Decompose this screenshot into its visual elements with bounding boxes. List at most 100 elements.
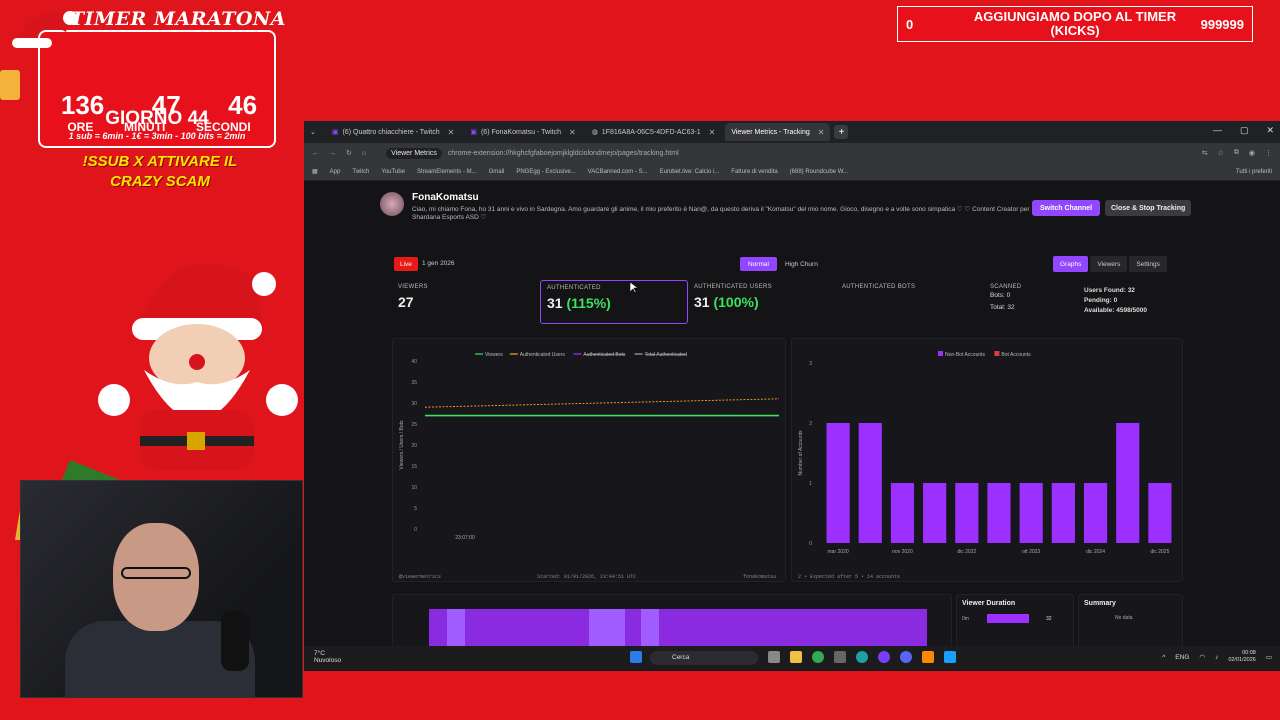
channel-name: FonaKomatsu xyxy=(412,192,479,203)
legend-label: Viewers xyxy=(485,352,503,358)
duration-title: Viewer Duration xyxy=(962,600,1016,607)
maximize-icon[interactable]: ▢ xyxy=(1240,125,1249,136)
close-icon[interactable]: ✕ xyxy=(818,128,825,137)
edge-icon[interactable] xyxy=(856,651,868,663)
search-box[interactable]: Cerca xyxy=(650,651,758,665)
scanned-bots: Bots: 0 xyxy=(990,292,1011,299)
back-icon[interactable]: ← xyxy=(312,150,319,157)
legend-label: Non-Bot Accounts xyxy=(945,352,986,358)
stat-authenticated: AUTHENTICATED 31 (115%) xyxy=(540,280,688,324)
tab-viewers[interactable]: Viewers xyxy=(1090,256,1128,272)
close-window-icon[interactable]: ✕ xyxy=(1266,125,1274,136)
legend-label: Total Authenticated xyxy=(645,352,687,358)
apps-icon[interactable]: ▦ xyxy=(312,168,318,175)
stat-percent: (115%) xyxy=(566,295,611,311)
bookmark-pngegg[interactable]: PNGEgg - Exclusive... xyxy=(516,169,575,175)
weather-temp: 7°C xyxy=(314,650,325,657)
steam-icon[interactable] xyxy=(944,651,956,663)
chevron-up-icon[interactable]: ^ xyxy=(1162,654,1165,661)
chrome-icon[interactable] xyxy=(812,651,824,663)
tab-graphs[interactable]: Graphs xyxy=(1053,256,1089,272)
bar xyxy=(955,483,979,543)
summary-title: Summary xyxy=(1084,600,1116,607)
volume-icon[interactable]: ♪ xyxy=(1215,654,1218,661)
bookmark-roundcube[interactable]: (688) Roundcube W... xyxy=(790,169,848,175)
start-icon[interactable] xyxy=(630,651,642,663)
bookmark-fatture[interactable]: Fatture di vendita xyxy=(731,169,777,175)
duration-row-value: 32 xyxy=(1046,616,1052,622)
profile-icon[interactable]: ◉ xyxy=(1249,149,1255,157)
app-icon[interactable] xyxy=(834,651,846,663)
gift-icon xyxy=(0,70,20,100)
y-tick-label: 10 xyxy=(411,485,417,491)
home-icon[interactable]: ⌂ xyxy=(362,150,366,157)
vlc-icon[interactable] xyxy=(922,651,934,663)
duration-row-label: 0m xyxy=(962,616,969,622)
stat-authenticated-users: AUTHENTICATED USERS 31 (100%) xyxy=(688,280,836,324)
bar-chart: 0 1 2 3 Number of Accounts Non-Bot Accounts Bo… xyxy=(798,351,1172,555)
weather-widget[interactable]: 7°C Nuvoloso xyxy=(314,650,341,664)
users-found: Users Found: 32 xyxy=(1084,287,1135,294)
y-tick-label: 30 xyxy=(411,401,417,407)
bookmark-twitch[interactable]: Twitch xyxy=(352,169,369,175)
tab-menu-icon[interactable]: ⌄ xyxy=(310,128,316,136)
timer-rules: 1 sub = 6min - 1€ = 3min - 100 bits = 2m… xyxy=(68,131,246,141)
legend-label: Bot Accounts xyxy=(1001,352,1031,358)
promo-text: !SSUB X ATTIVARE IL CRAZY SCAM xyxy=(82,153,238,190)
bookmark-app[interactable]: App xyxy=(330,169,341,175)
wifi-icon[interactable]: ◠ xyxy=(1199,653,1205,661)
tracking-page: FonaKomatsu Ciao, mi chiamo Fona, ho 31 … xyxy=(304,182,1280,671)
switch-channel-button[interactable]: Switch Channel xyxy=(1032,200,1101,216)
bar xyxy=(858,423,882,543)
mode-high-churn-button[interactable]: High Churn xyxy=(777,257,826,271)
x-tick-label: 23:07:00 xyxy=(455,535,475,541)
bookmark-all[interactable]: Tutti i preferiti xyxy=(1236,169,1272,175)
line-chart-panel: 0 5 10 15 20 25 30 35 40 Viewers / Users / Bots 23… xyxy=(392,338,786,582)
y-axis-label: Number of Accounts xyxy=(798,430,804,476)
close-icon[interactable]: ✕ xyxy=(569,128,576,137)
menu-dots-icon[interactable]: ⋮ xyxy=(1265,149,1272,157)
line-chart-footer-center: Started: 01/01/2026, 23:04:51 UTC xyxy=(537,574,637,580)
new-tab-button[interactable]: + xyxy=(834,125,849,139)
view-tabs: Graphs Viewers Settings xyxy=(1053,256,1167,272)
clock-date: 02/01/2026 xyxy=(1228,657,1256,663)
tab-settings[interactable]: Settings xyxy=(1129,256,1167,272)
stat-label: AUTHENTICATED USERS xyxy=(694,284,772,290)
task-view-icon[interactable] xyxy=(768,651,780,663)
tab-quattro-chiacchiere[interactable]: ▣ (6) Quattro chiacchiere - Twitch ✕ xyxy=(326,123,460,141)
minimize-icon[interactable]: — xyxy=(1213,125,1222,136)
bookmark-streamelements[interactable]: StreamElements - M... xyxy=(417,169,477,175)
windows-taskbar: 7°C Nuvoloso Cerca ^ ENG ◠ ♪ 00:08 02/01… xyxy=(304,646,1280,670)
language-indicator[interactable]: ENG xyxy=(1175,654,1189,661)
forward-icon[interactable]: → xyxy=(329,150,336,157)
extensions-icon[interactable]: ⧉ xyxy=(1234,149,1239,157)
stat-value: 27 xyxy=(398,294,414,310)
stat-value: 31 xyxy=(694,294,710,310)
url-field[interactable]: Viewer Metrics chrome-extension://hkghcf… xyxy=(386,147,679,159)
tab-viewer-metrics[interactable]: Viewer Metrics - Tracking ✕ xyxy=(725,123,831,141)
reload-icon[interactable]: ↻ xyxy=(346,149,352,157)
legend-label: Authenticated Bots xyxy=(583,352,625,358)
close-icon[interactable]: ✕ xyxy=(709,128,716,137)
bookmark-vacbanned[interactable]: VACBanned.com - S... xyxy=(588,169,648,175)
translate-icon[interactable]: ⇆ xyxy=(1202,149,1208,157)
close-icon[interactable]: ✕ xyxy=(448,128,455,137)
star-icon[interactable]: ☆ xyxy=(1218,149,1224,157)
mode-normal-button[interactable]: Normal xyxy=(740,257,777,271)
stop-tracking-button[interactable]: Close & Stop Tracking xyxy=(1105,200,1192,216)
obs-icon[interactable] xyxy=(878,651,890,663)
bookmark-eurobet[interactable]: Eurobet.live: Calcio i... xyxy=(660,169,720,175)
discord-icon[interactable] xyxy=(900,651,912,663)
legend-swatch xyxy=(994,351,1000,356)
tab-fonakomatsu[interactable]: ▣ (6) FonaKomatsu - Twitch ✕ xyxy=(464,123,581,141)
system-tray: ^ ENG ◠ ♪ 00:08 02/01/2026 ▭ xyxy=(1162,650,1272,664)
file-explorer-icon[interactable] xyxy=(790,651,802,663)
bookmark-youtube[interactable]: YouTube xyxy=(381,169,405,175)
notification-icon[interactable]: ▭ xyxy=(1266,653,1272,661)
viewer-timeline-bar xyxy=(429,609,927,649)
tab-id[interactable]: ◍ 1F816A8A-06C5-4DFD-AC63-1 ✕ xyxy=(586,123,722,141)
bookmark-gmail[interactable]: Gmail xyxy=(489,169,505,175)
santa-claus-icon xyxy=(98,263,298,470)
line-chart: 0 5 10 15 20 25 30 35 40 Viewers / Users / Bots 23… xyxy=(399,352,780,541)
clock[interactable]: 00:08 02/01/2026 xyxy=(1228,650,1256,664)
